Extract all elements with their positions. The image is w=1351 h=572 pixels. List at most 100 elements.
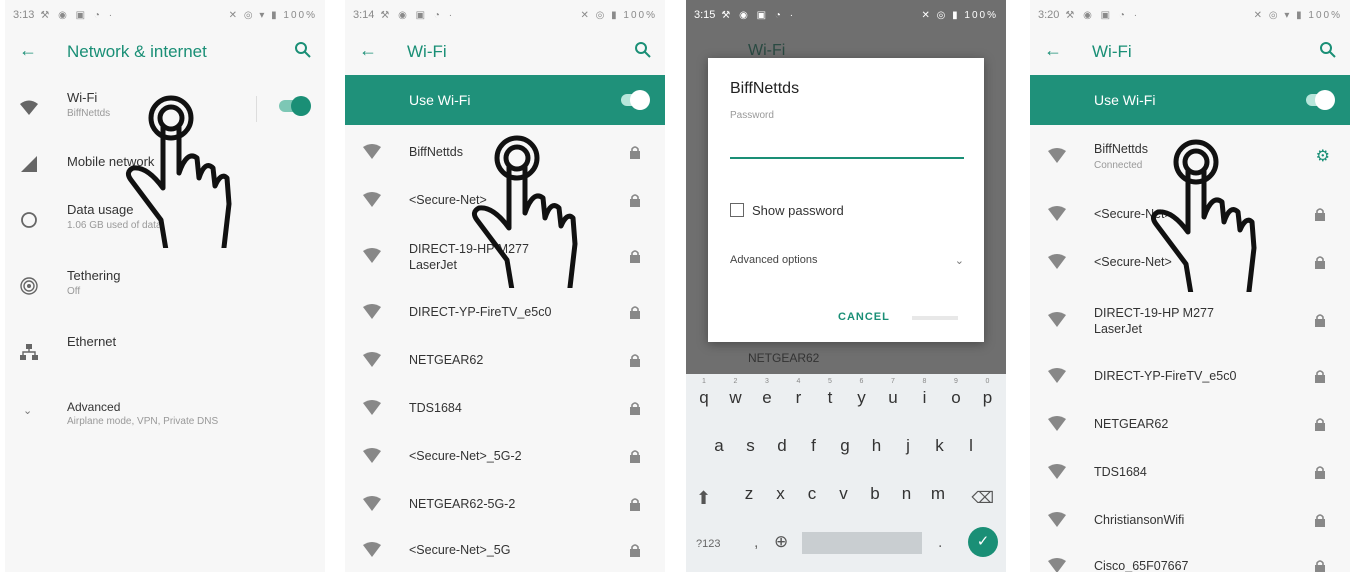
wifi-network-item[interactable]: DIRECT-19-HP M277 LaserJet bbox=[1030, 296, 1350, 346]
cancel-button[interactable]: CANCEL bbox=[838, 311, 890, 323]
wifi-network-item[interactable]: DIRECT-YP-FireTV_e5c0 bbox=[1030, 352, 1350, 402]
wifi-network-item[interactable]: NETGEAR62 bbox=[345, 336, 665, 386]
search-icon[interactable] bbox=[293, 40, 313, 60]
use-wifi-switch[interactable] bbox=[621, 90, 650, 110]
wifi-network-item[interactable]: DIRECT-19-HP M277 LaserJet bbox=[345, 232, 665, 282]
key-label: x bbox=[776, 484, 785, 503]
key-g[interactable]: g bbox=[830, 436, 860, 456]
settings-item-tethering[interactable]: Tethering Off bbox=[5, 256, 325, 316]
wifi-network-item[interactable]: ChristiansonWifi bbox=[1030, 496, 1350, 546]
settings-item-mobile-network[interactable]: Mobile network bbox=[5, 134, 325, 194]
key-o[interactable]: 9o bbox=[941, 378, 971, 408]
wifi-network-item[interactable]: <Secure-Net> bbox=[345, 176, 665, 226]
wifi-network-item[interactable]: BiffNettds bbox=[345, 128, 665, 178]
key-s[interactable]: s bbox=[736, 436, 766, 456]
comma-key[interactable]: , bbox=[754, 534, 758, 552]
wifi-network-item[interactable]: <Secure-Net> bbox=[1030, 190, 1350, 240]
period-key[interactable]: . bbox=[938, 534, 942, 552]
wifi-network-item[interactable]: NETGEAR62 bbox=[1030, 400, 1350, 450]
wifi-signal-icon bbox=[363, 400, 381, 415]
key-k[interactable]: k bbox=[925, 436, 955, 456]
settings-item-advanced[interactable]: ⌄ Advanced Airplane mode, VPN, Private D… bbox=[5, 388, 325, 448]
search-icon[interactable] bbox=[633, 40, 653, 60]
settings-item-data-usage[interactable]: Data usage 1.06 GB used of data bbox=[5, 190, 325, 250]
key-w[interactable]: 2w bbox=[721, 378, 751, 408]
key-label: l bbox=[969, 436, 973, 455]
use-wifi-banner[interactable]: Use Wi-Fi bbox=[1030, 75, 1350, 125]
key-q[interactable]: 1q bbox=[689, 378, 719, 408]
status-bar: 3:20 ⚒ ◉ ▣ ◔ · ✕ ◎ ▾ ▮ 100% bbox=[1030, 0, 1350, 30]
network-name: BiffNettds bbox=[1094, 142, 1148, 156]
key-x[interactable]: x bbox=[766, 484, 796, 504]
wifi-network-item[interactable]: <Secure-Net>_5G bbox=[345, 526, 665, 572]
key-u[interactable]: 7u bbox=[878, 378, 908, 408]
key-h[interactable]: h bbox=[862, 436, 892, 456]
shift-icon[interactable]: ⬆ bbox=[696, 488, 711, 509]
status-time: 3:13 bbox=[13, 9, 35, 21]
wifi-network-item[interactable]: NETGEAR62-5G-2 bbox=[345, 480, 665, 530]
key-y[interactable]: 6y bbox=[847, 378, 877, 408]
password-input[interactable] bbox=[730, 157, 964, 159]
back-arrow-icon[interactable]: ← bbox=[359, 40, 377, 61]
key-d[interactable]: d bbox=[767, 436, 797, 456]
key-label: h bbox=[871, 436, 882, 455]
lock-icon bbox=[630, 544, 640, 557]
lock-icon bbox=[1315, 514, 1325, 527]
wifi-network-item[interactable]: <Secure-Net> bbox=[1030, 238, 1350, 288]
key-f[interactable]: f bbox=[799, 436, 829, 456]
key-t[interactable]: 5t bbox=[815, 378, 845, 408]
back-arrow-icon[interactable]: ← bbox=[1044, 40, 1062, 61]
key-i[interactable]: 8i bbox=[910, 378, 940, 408]
lock-icon bbox=[1315, 208, 1325, 221]
toolbar: ← Network & internet bbox=[5, 30, 325, 74]
network-name: <Secure-Net> bbox=[1094, 207, 1172, 221]
key-b[interactable]: b bbox=[860, 484, 890, 504]
settings-item-label: Advanced bbox=[67, 400, 121, 414]
status-right: ✕ ◎ ▾ ▮ 100% bbox=[1253, 9, 1342, 21]
settings-item-wifi[interactable]: Wi-Fi BiffNettds bbox=[5, 78, 325, 138]
check-icon[interactable]: ✓ bbox=[968, 527, 998, 557]
search-icon[interactable] bbox=[1318, 40, 1338, 60]
key-z[interactable]: z bbox=[734, 484, 764, 504]
password-label: Password bbox=[730, 110, 774, 121]
wifi-network-item[interactable]: Cisco_65F07667 bbox=[1030, 542, 1350, 572]
connect-button[interactable] bbox=[912, 316, 958, 320]
key-r[interactable]: 4r bbox=[784, 378, 814, 408]
key-v[interactable]: v bbox=[829, 484, 859, 504]
wifi-list-screen: 3:14 ⚒ ◉ ▣ ◔ · ✕ ◎ ▮ 100% ← Wi-Fi Use Wi… bbox=[345, 0, 665, 572]
key-n[interactable]: n bbox=[892, 484, 922, 504]
show-password-checkbox[interactable] bbox=[730, 203, 744, 217]
wifi-network-item[interactable]: <Secure-Net>_5G-2 bbox=[345, 432, 665, 482]
settings-item-ethernet[interactable]: Ethernet bbox=[5, 322, 325, 382]
network-name: DIRECT-YP-FireTV_e5c0 bbox=[1094, 369, 1237, 383]
space-bar[interactable] bbox=[802, 532, 922, 554]
backspace-icon[interactable]: ⌫ bbox=[971, 488, 994, 508]
network-name: DIRECT-YP-FireTV_e5c0 bbox=[409, 305, 552, 319]
key-c[interactable]: c bbox=[797, 484, 827, 504]
wifi-toggle[interactable] bbox=[279, 96, 311, 116]
wifi-network-item[interactable]: BiffNettds Connected ⚙ bbox=[1030, 132, 1350, 182]
globe-icon[interactable]: ⊕ bbox=[774, 532, 788, 552]
wifi-network-item[interactable]: DIRECT-YP-FireTV_e5c0 bbox=[345, 288, 665, 338]
use-wifi-switch[interactable] bbox=[1306, 90, 1335, 110]
wifi-network-item[interactable]: TDS1684 bbox=[1030, 448, 1350, 498]
advanced-options[interactable]: Advanced options bbox=[730, 254, 817, 266]
key-p[interactable]: 0p bbox=[973, 378, 1003, 408]
network-subtitle: LaserJet bbox=[1094, 322, 1142, 336]
key-a[interactable]: a bbox=[704, 436, 734, 456]
network-subtitle: LaserJet bbox=[409, 258, 457, 272]
gear-icon[interactable]: ⚙ bbox=[1316, 146, 1330, 166]
key-l[interactable]: l bbox=[956, 436, 986, 456]
key-m[interactable]: m bbox=[923, 484, 953, 504]
back-arrow-icon[interactable]: ← bbox=[19, 40, 37, 61]
chevron-down-icon[interactable]: ⌄ bbox=[955, 254, 964, 267]
background-network: NETGEAR62 bbox=[748, 351, 820, 365]
use-wifi-banner[interactable]: Use Wi-Fi bbox=[345, 75, 665, 125]
key-j[interactable]: j bbox=[893, 436, 923, 456]
wifi-signal-icon bbox=[1048, 206, 1066, 221]
wifi-network-item[interactable]: TDS1684 bbox=[345, 384, 665, 434]
symbols-key[interactable]: ?123 bbox=[696, 538, 720, 550]
settings-network-screen: 3:13 ⚒ ◉ ▣ ◔ · ✕ ◎ ▾ ▮ 100% ← Network & … bbox=[5, 0, 325, 572]
key-e[interactable]: 3e bbox=[752, 378, 782, 408]
toolbar: ← Wi-Fi bbox=[345, 30, 665, 74]
